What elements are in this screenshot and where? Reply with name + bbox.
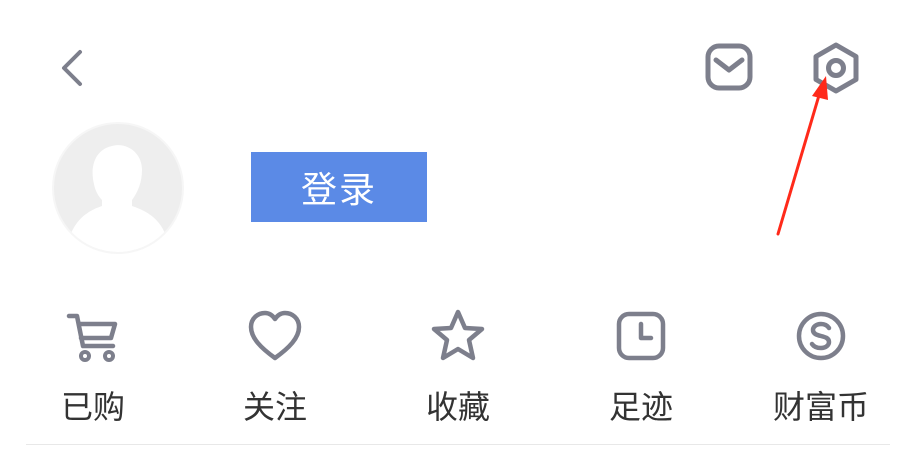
person-silhouette-icon (66, 145, 170, 252)
avatar[interactable] (54, 124, 182, 252)
shortcut-label: 财富币 (772, 388, 869, 426)
coin-icon (796, 311, 846, 361)
annotation-arrow (760, 70, 850, 240)
shortcut-coins[interactable]: 财富币 (751, 300, 891, 430)
shortcut-footprints[interactable]: 足迹 (571, 300, 711, 430)
shortcut-favorites[interactable]: 收藏 (388, 300, 528, 430)
shortcut-label: 收藏 (425, 388, 490, 426)
star-icon (431, 309, 485, 361)
back-button[interactable] (52, 44, 92, 92)
mail-icon (705, 43, 753, 91)
red-arrow-icon (776, 76, 828, 236)
shortcut-label: 关注 (242, 388, 307, 426)
shortcut-follow[interactable]: 关注 (205, 300, 345, 430)
messages-button[interactable] (700, 40, 758, 94)
clock-icon (616, 311, 666, 361)
divider (26, 444, 890, 445)
shortcut-label: 已购 (60, 388, 125, 426)
cart-icon (66, 313, 118, 362)
chevron-left-icon (62, 50, 82, 86)
heart-icon (248, 310, 302, 361)
shortcut-bought[interactable]: 已购 (23, 300, 163, 430)
shortcut-label: 足迹 (608, 388, 673, 426)
login-button[interactable]: 登录 (251, 152, 427, 222)
